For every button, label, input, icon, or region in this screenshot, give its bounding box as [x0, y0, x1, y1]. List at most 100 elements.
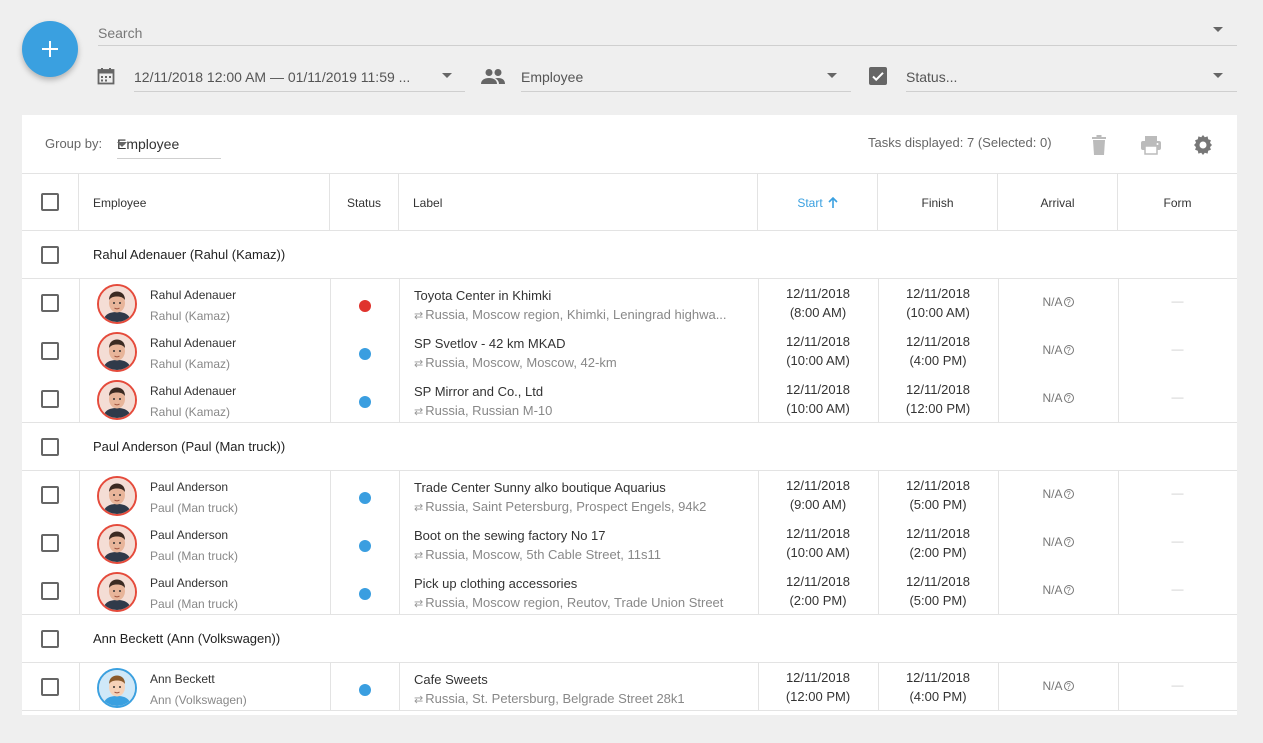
- avatar-face-icon: [99, 670, 135, 706]
- form-value: —: [1171, 678, 1184, 692]
- row-checkbox[interactable]: [41, 294, 59, 312]
- help-icon[interactable]: ?: [1063, 297, 1074, 307]
- row-checkbox[interactable]: [41, 390, 59, 408]
- employee-vehicle: Paul (Man truck): [150, 597, 239, 611]
- chevron-down-icon[interactable]: [827, 73, 837, 78]
- finish-time: (4:00 PM): [909, 353, 967, 368]
- calendar-icon: [97, 68, 115, 85]
- employee-vehicle: Ann (Volkswagen): [150, 693, 247, 707]
- trash-icon[interactable]: [1087, 133, 1111, 157]
- task-address-text: Russia, St. Petersburg, Belgrade Street …: [425, 691, 685, 706]
- column-status[interactable]: Status: [330, 174, 399, 231]
- task-label[interactable]: Cafe Sweets: [414, 672, 488, 687]
- select-all-checkbox[interactable]: [41, 193, 59, 211]
- group-by-select[interactable]: Employee: [117, 131, 221, 159]
- column-divider: [998, 471, 999, 615]
- task-label[interactable]: Boot on the sewing factory No 17: [414, 528, 606, 543]
- finish-date: 12/11/2018: [905, 526, 971, 541]
- employee-filter-value: Employee: [521, 69, 584, 85]
- finish-time: (5:00 PM): [909, 593, 967, 608]
- table-row[interactable]: Paul Anderson Paul (Man truck) Trade Cente…: [22, 471, 1237, 519]
- sort-ascending-icon: [828, 196, 838, 208]
- task-address-text: Russia, Moscow region, Khimki, Leningrad…: [425, 307, 727, 322]
- row-checkbox[interactable]: [41, 342, 59, 360]
- chevron-down-icon[interactable]: [117, 142, 127, 147]
- task-label[interactable]: Toyota Center in Khimki: [414, 288, 551, 303]
- group-header-row: Paul Anderson (Paul (Man truck)): [22, 423, 1237, 471]
- column-divider: [1118, 279, 1119, 423]
- help-icon[interactable]: ?: [1063, 345, 1074, 355]
- column-form[interactable]: Form: [1118, 174, 1237, 231]
- column-status-label: Status: [346, 195, 382, 210]
- gear-icon[interactable]: [1191, 133, 1215, 157]
- group-title: Paul Anderson (Paul (Man truck)): [93, 439, 286, 454]
- chevron-down-icon[interactable]: [442, 73, 452, 78]
- finish-date: 12/11/2018: [905, 478, 971, 493]
- task-label[interactable]: SP Svetlov - 42 km MKAD: [414, 336, 565, 351]
- employee-filter[interactable]: Employee: [521, 62, 851, 92]
- column-divider: [998, 279, 999, 423]
- help-icon[interactable]: ?: [1063, 489, 1074, 499]
- row-checkbox[interactable]: [41, 486, 59, 504]
- status-dot: [359, 348, 371, 360]
- task-label[interactable]: SP Mirror and Co., Ltd: [414, 384, 543, 399]
- column-employee[interactable]: Employee: [79, 174, 330, 231]
- task-address: ⇄ Russia, Russian M-10: [414, 403, 744, 418]
- row-checkbox[interactable]: [41, 582, 59, 600]
- group-title: Rahul Adenauer (Rahul (Kamaz)): [93, 247, 286, 262]
- help-icon[interactable]: ?: [1063, 537, 1074, 547]
- chevron-down-icon[interactable]: [1213, 27, 1223, 32]
- employee-name: Paul Anderson: [150, 576, 229, 590]
- help-icon[interactable]: ?: [1063, 393, 1074, 403]
- employee-name: Paul Anderson: [150, 528, 229, 542]
- task-address: ⇄ Russia, Saint Petersburg, Prospect Enge…: [414, 499, 744, 514]
- finish-cell: 12/11/2018 (5:00 PM): [878, 572, 998, 610]
- row-checkbox[interactable]: [41, 534, 59, 552]
- table-row[interactable]: Paul Anderson Paul (Man truck) Boot on the…: [22, 519, 1237, 567]
- task-address: ⇄ Russia, Moscow, Moscow, 42-km: [414, 355, 744, 370]
- print-icon[interactable]: [1139, 133, 1163, 157]
- column-start[interactable]: Start: [758, 174, 878, 231]
- arrival-cell: N/A?: [998, 391, 1118, 405]
- table-row[interactable]: Rahul Adenauer Rahul (Kamaz) Toyota Center…: [22, 279, 1237, 327]
- group-checkbox[interactable]: [41, 630, 59, 648]
- employee-vehicle: Paul (Man truck): [150, 549, 239, 563]
- employee-name: Ann Beckett: [150, 672, 215, 686]
- column-label[interactable]: Label: [399, 174, 758, 231]
- status-dot: [359, 540, 371, 552]
- start-cell: 12/11/2018 (10:00 AM): [758, 524, 878, 562]
- column-finish[interactable]: Finish: [878, 174, 998, 231]
- search-input[interactable]: Search: [98, 18, 1237, 46]
- row-checkbox[interactable]: [41, 678, 59, 696]
- status-checkbox[interactable]: [869, 67, 887, 85]
- column-divider: [79, 471, 80, 615]
- employee-vehicle: Rahul (Kamaz): [150, 357, 231, 371]
- start-time: (8:00 AM): [789, 305, 847, 320]
- task-label[interactable]: Trade Center Sunny alko boutique Aquariu…: [414, 480, 666, 495]
- column-divider: [399, 471, 400, 615]
- help-icon[interactable]: ?: [1063, 681, 1074, 691]
- table-row[interactable]: Rahul Adenauer Rahul (Kamaz) SP Svetlov - …: [22, 327, 1237, 375]
- group-checkbox[interactable]: [41, 438, 59, 456]
- table-row[interactable]: Ann Beckett Ann (Volkswagen) Cafe Sweets ⇄ R…: [22, 663, 1237, 711]
- route-icon: ⇄: [414, 550, 424, 562]
- finish-cell: 12/11/2018 (5:00 PM): [878, 476, 998, 514]
- status-filter[interactable]: Status...: [906, 62, 1237, 92]
- task-address-text: Russia, Saint Petersburg, Prospect Engel…: [425, 499, 707, 514]
- table-row[interactable]: Rahul Adenauer Rahul (Kamaz) SP Mirror and…: [22, 375, 1237, 423]
- chevron-down-icon[interactable]: [1213, 73, 1223, 78]
- finish-cell: 12/11/2018 (12:00 PM): [878, 380, 998, 418]
- task-address: ⇄ Russia, Moscow region, Khimki, Leningra…: [414, 307, 744, 322]
- column-divider: [878, 471, 879, 615]
- date-range-filter[interactable]: 12/11/2018 12:00 AM — 01/11/2019 11:59 .…: [134, 62, 465, 92]
- select-all-cell: [22, 174, 79, 231]
- task-label[interactable]: Pick up clothing accessories: [414, 576, 577, 591]
- help-icon[interactable]: ?: [1063, 585, 1074, 595]
- column-arrival-label: Arrival: [1040, 195, 1075, 210]
- add-task-button[interactable]: [22, 21, 78, 77]
- form-cell: —: [1118, 534, 1237, 548]
- column-divider: [79, 663, 80, 711]
- column-arrival[interactable]: Arrival: [998, 174, 1118, 231]
- group-checkbox[interactable]: [41, 246, 59, 264]
- table-row[interactable]: Paul Anderson Paul (Man truck) Pick up clo…: [22, 567, 1237, 615]
